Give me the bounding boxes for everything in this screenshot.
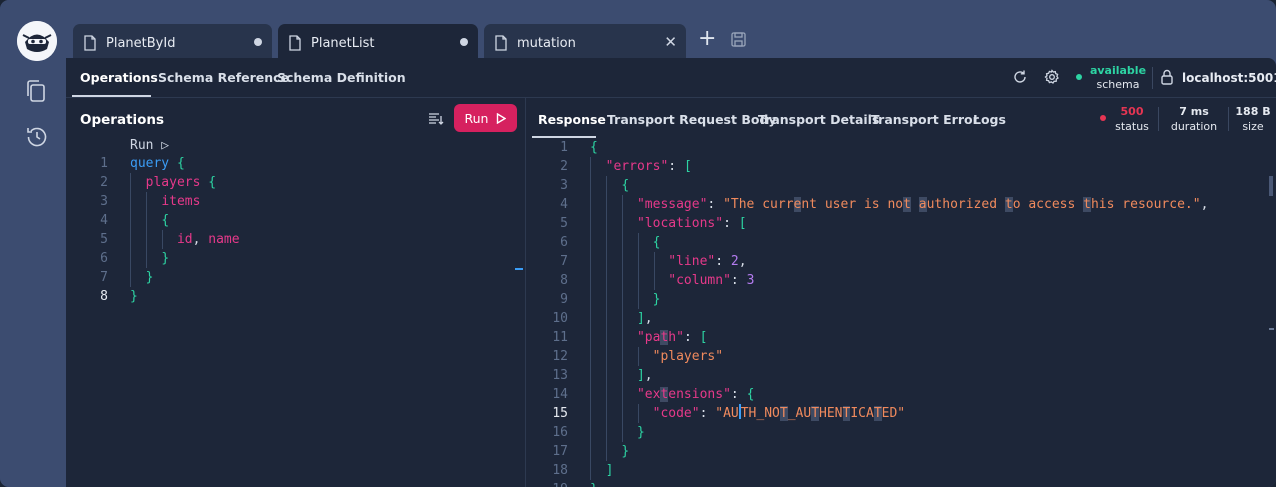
close-icon[interactable]: ✕ xyxy=(664,34,677,50)
schema-status-label: schema xyxy=(1096,78,1140,91)
run-codelens[interactable]: Run ▷ xyxy=(130,136,169,155)
line-number: 1 xyxy=(560,140,568,155)
tab-label: PlanetList xyxy=(311,35,375,51)
duration-value: 7 ms xyxy=(1179,105,1209,118)
tab-planetlist[interactable]: PlanetList xyxy=(278,24,478,62)
divider xyxy=(1158,107,1159,131)
status-label: status xyxy=(1115,120,1149,133)
line-number: 19 xyxy=(526,480,568,487)
tab-mutation[interactable]: mutation ✕ xyxy=(484,24,686,62)
line-number: 2 xyxy=(560,159,568,174)
error-status-dot xyxy=(1100,115,1106,121)
document-tabs: PlanetById PlanetList mutation ✕ + xyxy=(66,20,1276,62)
reload-icon[interactable] xyxy=(1012,69,1028,85)
divider xyxy=(1152,67,1153,89)
logo-icon[interactable] xyxy=(17,21,57,61)
line-number: 4 xyxy=(560,197,568,212)
size-label: size xyxy=(1242,120,1264,133)
file-icon xyxy=(289,35,301,51)
line-number: 6 xyxy=(100,251,108,266)
scrollbar-thumb[interactable] xyxy=(1269,176,1273,196)
duration-metric: 7 ms duration xyxy=(1164,104,1224,134)
line-number: 13 xyxy=(552,368,568,383)
size-metric: 188 B size xyxy=(1232,104,1274,134)
line-number: 7 xyxy=(560,254,568,269)
unsaved-dot-icon[interactable] xyxy=(254,38,262,46)
line-number: 9 xyxy=(560,292,568,307)
line-number-current: 15 xyxy=(552,406,568,421)
left-rail xyxy=(0,0,66,487)
duration-label: duration xyxy=(1170,120,1218,133)
save-icon[interactable] xyxy=(731,32,746,47)
line-number: 4 xyxy=(100,213,108,228)
line-number: 2 xyxy=(100,175,108,190)
line-number: 1 xyxy=(100,156,108,171)
tab-planetbyid[interactable]: PlanetById xyxy=(73,24,272,62)
line-number: 7 xyxy=(100,270,108,285)
tab-transport-details[interactable]: Transport Details xyxy=(758,112,879,127)
cursor-marker xyxy=(515,268,523,270)
line-number-gutter: 1 2 3 4 5 6 7 8 9 10 11 12 13 14 15 16 1… xyxy=(526,138,568,487)
history-icon[interactable] xyxy=(24,124,50,150)
operations-title: Operations xyxy=(80,112,165,128)
line-number: 3 xyxy=(100,194,108,209)
response-header: Response Transport Request Body Transpor… xyxy=(526,98,1276,140)
tab-label: mutation xyxy=(517,35,576,51)
cursor-marker xyxy=(1269,328,1274,330)
tab-logs[interactable]: Logs xyxy=(973,112,1006,127)
app-window: PlanetById PlanetList mutation ✕ + Opera… xyxy=(0,0,1276,487)
file-icon xyxy=(495,35,507,51)
active-tab-indicator xyxy=(72,95,151,97)
run-button-label: Run xyxy=(464,110,489,126)
line-number: 5 xyxy=(100,232,108,247)
tab-schema-reference[interactable]: Schema Reference xyxy=(158,70,289,85)
line-number: 3 xyxy=(560,178,568,193)
main-panel: Operations Schema Reference Schema Defin… xyxy=(66,58,1276,487)
tab-response[interactable]: Response xyxy=(538,112,606,127)
operations-header: Operations Run xyxy=(66,98,526,140)
line-number: 14 xyxy=(552,387,568,402)
play-icon xyxy=(497,112,507,124)
status-value: 500 xyxy=(1120,105,1144,118)
line-number: 17 xyxy=(552,444,568,459)
line-number: 12 xyxy=(552,349,568,364)
schema-status-dot xyxy=(1076,74,1082,80)
tab-transport-request-body[interactable]: Transport Request Body xyxy=(607,112,777,127)
settings-icon[interactable] xyxy=(1044,69,1060,85)
schema-status-value: available xyxy=(1089,64,1147,77)
top-navigation: Operations Schema Reference Schema Defin… xyxy=(66,58,1276,98)
query-code: query { players { items { id, name } } } xyxy=(130,156,240,304)
line-number: 16 xyxy=(552,425,568,440)
format-icon[interactable] xyxy=(428,112,444,126)
text-cursor xyxy=(738,404,741,419)
run-button[interactable]: Run xyxy=(454,104,517,132)
line-number: 5 xyxy=(560,216,568,231)
tab-schema-definition[interactable]: Schema Definition xyxy=(277,70,406,85)
file-icon xyxy=(84,35,96,51)
response-viewer[interactable]: 1 2 3 4 5 6 7 8 9 10 11 12 13 14 15 16 1… xyxy=(526,138,1276,487)
operations-editor[interactable]: Run ▷ 1 2 3 4 5 6 7 8 query { players { … xyxy=(66,138,521,487)
add-tab-icon[interactable]: + xyxy=(698,28,716,50)
line-number-current: 8 xyxy=(100,289,108,304)
tab-label: PlanetById xyxy=(106,35,176,51)
line-number: 6 xyxy=(560,235,568,250)
size-value: 188 B xyxy=(1235,105,1271,118)
endpoint-url[interactable]: localhost:5001 xyxy=(1182,71,1276,85)
divider xyxy=(1228,107,1229,131)
line-number: 18 xyxy=(552,463,568,478)
line-number-gutter: 1 2 3 4 5 6 7 8 xyxy=(66,154,108,306)
documents-icon[interactable] xyxy=(24,78,50,104)
schema-status[interactable]: available schema xyxy=(1088,64,1148,92)
line-number: 11 xyxy=(552,330,568,345)
tab-transport-error[interactable]: Transport Error xyxy=(871,112,979,127)
unsaved-dot-icon[interactable] xyxy=(460,38,468,46)
line-number: 8 xyxy=(560,273,568,288)
tab-operations[interactable]: Operations xyxy=(80,70,158,85)
lock-icon xyxy=(1161,69,1173,85)
response-json: { "errors": [ { "message": "The current … xyxy=(590,140,1209,487)
status-metric: 500 status xyxy=(1112,104,1152,134)
line-number: 10 xyxy=(552,311,568,326)
